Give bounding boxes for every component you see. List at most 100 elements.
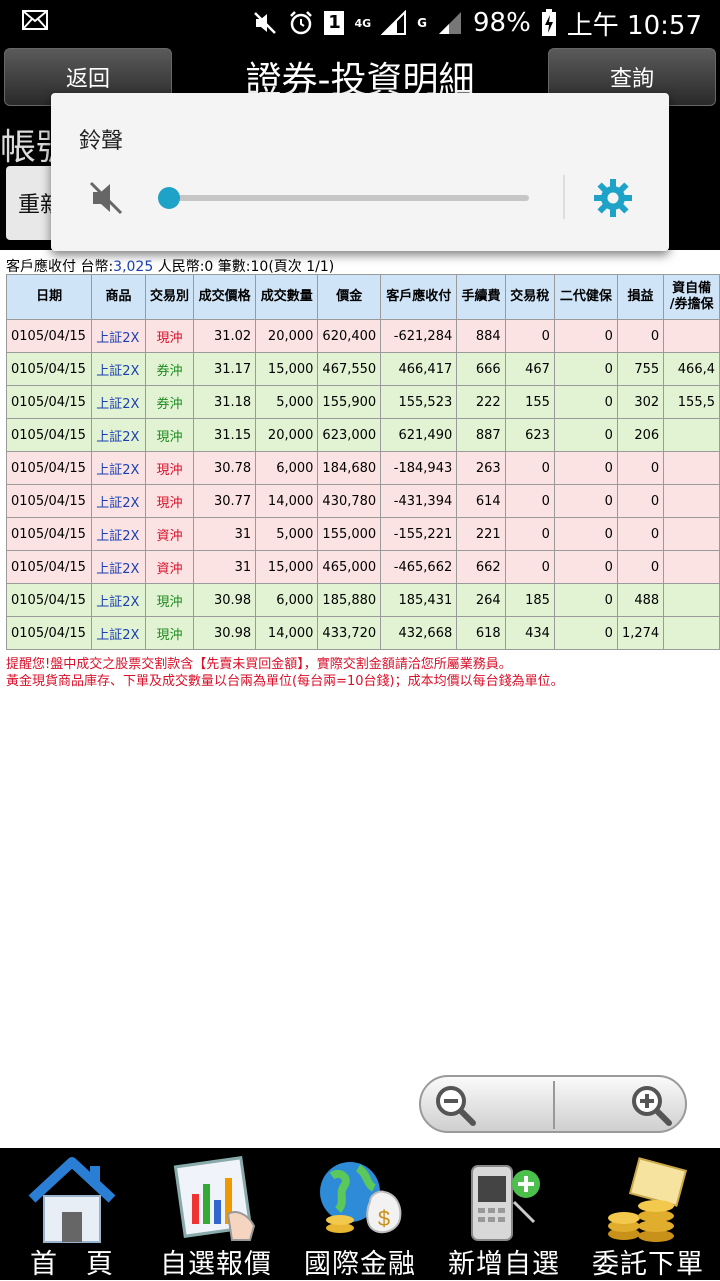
table-cell — [663, 583, 720, 617]
table-cell: 0105/04/15 — [5, 583, 93, 617]
table-cell: 0 — [616, 319, 665, 353]
zoom-out-icon[interactable] — [433, 1083, 477, 1127]
volume-popup: 鈴聲 — [51, 93, 669, 251]
column-header: 日期 — [5, 274, 93, 320]
table-cell: 上証2X — [91, 517, 146, 551]
table-cell: 666 — [456, 352, 506, 386]
table-cell: 206 — [616, 418, 665, 452]
table-row[interactable]: 0105/04/15 上証2X 現沖 31.15 20,000 623,000 621,49… — [5, 418, 720, 452]
table-cell: 0 — [553, 418, 618, 452]
table-cell: 155,900 — [317, 385, 382, 419]
table-cell: 0 — [504, 319, 555, 353]
table-cell: 上証2X — [91, 418, 146, 452]
table-row[interactable]: 0105/04/15 上証2X 資沖 31 5,000 155,000 -155,221 22… — [5, 517, 720, 551]
column-header: 交易稅 — [504, 274, 555, 320]
battery-percent: 98% — [473, 8, 531, 38]
table-cell: 621,490 — [380, 418, 458, 452]
table-cell: 31.17 — [192, 352, 257, 386]
table-cell: 31.15 — [192, 418, 257, 452]
table-cell: 30.98 — [192, 583, 257, 617]
table-row[interactable]: 0105/04/15 上証2X 券沖 31.18 5,000 155,900 155,523… — [5, 385, 720, 419]
table-row[interactable]: 0105/04/15 上証2X 現沖 31.02 20,000 620,400 -621,2… — [5, 319, 720, 353]
column-header: 資自備 /券擔保 — [663, 274, 720, 320]
table-cell: 0 — [553, 484, 618, 518]
nav-place-order[interactable]: 委託下單 — [576, 1148, 720, 1280]
table-cell: 0 — [616, 451, 665, 485]
table-cell: 0 — [553, 583, 618, 617]
nav-home-label: 首 頁 — [30, 1249, 114, 1280]
table-cell: 14,000 — [255, 616, 319, 650]
alarm-icon — [290, 11, 313, 35]
column-header: 交易別 — [144, 274, 194, 320]
table-cell: 上証2X — [91, 319, 146, 353]
table-cell: 20,000 — [255, 319, 319, 353]
table-cell: 263 — [456, 451, 506, 485]
table-row[interactable]: 0105/04/15 上証2X 現沖 30.78 6,000 184,680 -184,94… — [5, 451, 720, 485]
table-cell: 185,431 — [380, 583, 458, 617]
table-cell: 488 — [616, 583, 665, 617]
column-header: 商品 — [91, 274, 146, 320]
nav-home[interactable]: 首 頁 — [0, 1148, 144, 1280]
table-cell: 20,000 — [255, 418, 319, 452]
bottom-navigation: 首 頁 自選報價 $ 國際金融 新增自選 委託下單 — [0, 1148, 720, 1280]
table-cell: 0105/04/15 — [5, 616, 93, 650]
signal-2-icon — [439, 12, 461, 34]
quote-chart-icon — [173, 1156, 256, 1241]
table-row[interactable]: 0105/04/15 上証2X 現沖 30.98 14,000 433,720 432,66… — [5, 616, 720, 650]
summary-prefix: 客戶應收付 台幣: — [6, 259, 114, 275]
table-cell: -621,284 — [380, 319, 458, 353]
gold-coins-icon — [608, 1157, 688, 1242]
summary-rest: 人民幣:0 筆數:10(頁次 1/1) — [153, 259, 335, 275]
volume-popup-title: 鈴聲 — [79, 129, 124, 154]
nav-international-finance-label: 國際金融 — [304, 1249, 416, 1280]
table-cell: 155,523 — [380, 385, 458, 419]
table-cell: 623,000 — [317, 418, 382, 452]
table-row[interactable]: 0105/04/15 上証2X 現沖 30.77 14,000 430,780 -431,3… — [5, 484, 720, 518]
table-row[interactable]: 0105/04/15 上証2X 券沖 31.17 15,000 467,550 466,41… — [5, 352, 720, 386]
table-cell: 0105/04/15 — [5, 484, 93, 518]
table-cell: 券沖 — [144, 352, 194, 386]
table-cell: 662 — [456, 550, 506, 584]
table-cell: 0 — [504, 484, 555, 518]
table-cell: 14,000 — [255, 484, 319, 518]
table-cell: 0 — [553, 352, 618, 386]
nav-add-watchlist[interactable]: 新增自選 — [432, 1148, 576, 1280]
ringer-muted-icon[interactable] — [87, 179, 125, 217]
note-line: 提醒您!盤中成交之股票交割款含【先賣未買回金額】，實際交割金額請洽您所屬業務員。 — [6, 657, 512, 672]
svg-text:$: $ — [378, 1206, 390, 1231]
table-cell: 31.02 — [192, 319, 257, 353]
table-cell: 185,880 — [317, 583, 382, 617]
table-cell: 上証2X — [91, 484, 146, 518]
table-cell: 264 — [456, 583, 506, 617]
table-cell: -431,394 — [380, 484, 458, 518]
nav-watchlist-quotes[interactable]: 自選報價 — [144, 1148, 288, 1280]
nav-place-order-label: 委託下單 — [592, 1249, 704, 1280]
table-cell: -155,221 — [380, 517, 458, 551]
table-cell: 5,000 — [255, 385, 319, 419]
nav-international-finance[interactable]: $ 國際金融 — [288, 1148, 432, 1280]
table-row[interactable]: 0105/04/15 上証2X 資沖 31 15,000 465,000 -465,662 6… — [5, 550, 720, 584]
gear-icon[interactable] — [592, 177, 634, 219]
table-cell: 184,680 — [317, 451, 382, 485]
table-cell: 0 — [504, 451, 555, 485]
table-header-row: 日期 商品 交易別 成交價格 成交數量 價金 客戶應收付 手續費 交易稅 二代健保 損益 資自備 /券… — [5, 274, 720, 320]
volume-slider-track[interactable] — [169, 195, 529, 201]
table-cell: 資沖 — [144, 550, 194, 584]
table-cell: 券沖 — [144, 385, 194, 419]
table-cell: 467 — [504, 352, 555, 386]
table-cell: 887 — [456, 418, 506, 452]
zoom-in-icon[interactable] — [629, 1083, 673, 1127]
table-cell: 31 — [192, 550, 257, 584]
table-cell: 155 — [504, 385, 555, 419]
mail-notification-icon — [22, 10, 48, 30]
table-cell: 155,000 — [317, 517, 382, 551]
table-cell: 0 — [616, 550, 665, 584]
table-cell: 0105/04/15 — [5, 550, 93, 584]
table-cell — [663, 517, 720, 551]
table-cell: 221 — [456, 517, 506, 551]
column-header: 手續費 — [456, 274, 506, 320]
volume-slider-handle[interactable] — [158, 187, 180, 209]
table-cell: 0105/04/15 — [5, 451, 93, 485]
zoom-control — [419, 1075, 687, 1133]
table-row[interactable]: 0105/04/15 上証2X 現沖 30.98 6,000 185,880 185,431… — [5, 583, 720, 617]
